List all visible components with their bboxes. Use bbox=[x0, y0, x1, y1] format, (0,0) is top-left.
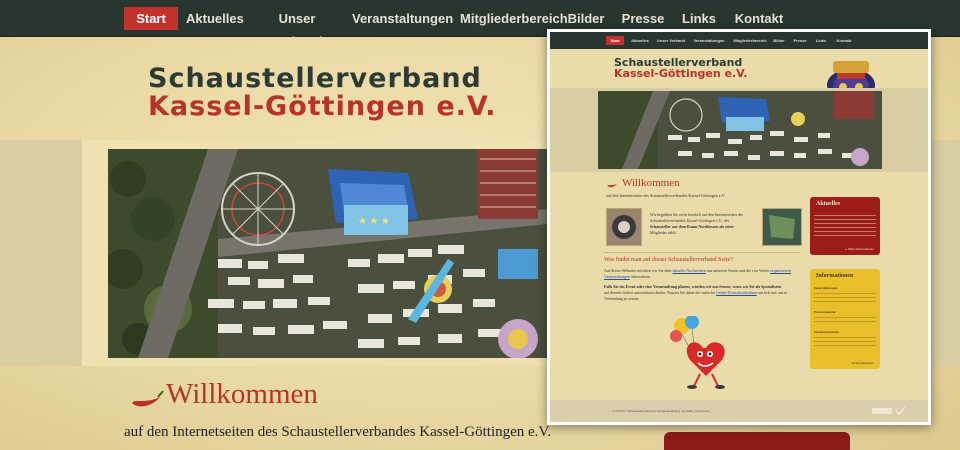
preview-p2-line1: Falls Sie ein Event oder eine Veranstalt… bbox=[604, 284, 782, 289]
preview-info-heading-2: Pressematerial bbox=[814, 310, 836, 314]
logo-title-line2[interactable]: Kassel-Göttingen e.V. bbox=[148, 91, 497, 122]
preview-carousel-photo bbox=[606, 208, 642, 246]
preview-aktuelles-line bbox=[814, 231, 876, 232]
preview-nav: Start Aktuelles Unser Verband Veranstalt… bbox=[550, 32, 928, 49]
preview-nav-aktuelles: Aktuelles bbox=[631, 38, 649, 43]
preview-nav-veranstaltungen: Veranstaltungen bbox=[693, 38, 725, 43]
preview-p1-line2: Veranstaltungen informieren. bbox=[604, 274, 651, 279]
preview-link-contact: Online-Kontaktaufnahme bbox=[715, 290, 757, 295]
preview-info-line bbox=[814, 317, 876, 318]
preview-intro-line3: Schausteller aus dem Raum Nordhessen als… bbox=[650, 224, 734, 229]
preview-intro-line4: Mitglieder zählt. bbox=[650, 230, 677, 235]
preview-aktuelles-line bbox=[814, 227, 876, 228]
preview-aktuelles-more-link: » Mehr Informationen bbox=[845, 247, 874, 251]
preview-link-events: organisierten bbox=[770, 268, 792, 273]
logo-title-line1[interactable]: Schaustellerverband bbox=[148, 63, 482, 94]
nav-item-unser-verband[interactable]: Unser Verband bbox=[254, 7, 340, 49]
preview-info-line bbox=[814, 293, 876, 294]
aktuelles-box bbox=[664, 432, 850, 450]
preview-info-line bbox=[814, 337, 876, 338]
preview-nav-bilder: Bilder bbox=[773, 38, 785, 43]
preview-welcome-title: Willkommen bbox=[622, 177, 680, 189]
preview-info-line bbox=[814, 341, 876, 342]
preview-informationen-box: Informationen Veranstaltungen Pressemate… bbox=[810, 269, 880, 369]
preview-hero-photo bbox=[598, 91, 882, 169]
preview-informationen-title: Informationen bbox=[816, 273, 854, 279]
preview-nav-unser-verband: Unser Verband bbox=[656, 38, 686, 43]
preview-footer-text: © 2013 für Schaustellerverband | Verband… bbox=[612, 409, 710, 413]
chili-pepper-icon bbox=[132, 390, 164, 407]
preview-map-photo bbox=[762, 208, 802, 246]
preview-aktuelles-line bbox=[814, 219, 876, 220]
preview-p2-line2: auf diesem Gebiet unterstützen dürfen. N… bbox=[604, 290, 788, 295]
nav-item-veranstaltungen[interactable]: Veranstaltungen bbox=[352, 7, 453, 30]
preview-section-title: Was findet man auf dieser Schaustellerve… bbox=[604, 257, 733, 263]
preview-aktuelles-line bbox=[814, 215, 876, 216]
preview-info-line bbox=[814, 301, 876, 302]
preview-info-heading-1: Veranstaltungen bbox=[814, 286, 838, 290]
preview-p1-line1: Auf dieser Webseite möchten wir Sie über… bbox=[604, 268, 792, 273]
preview-nav-links: Links bbox=[815, 38, 827, 43]
preview-nav-kontakt: Kontakt bbox=[836, 38, 852, 43]
preview-intro-line2: Schaustellerverbandes Kassel-Göttingen e… bbox=[650, 218, 730, 223]
welcome-title: Willkommen bbox=[166, 378, 318, 410]
preview-aktuelles-title: Aktuelles bbox=[816, 201, 840, 207]
preview-nav-start: Start bbox=[606, 36, 624, 45]
preview-aktuelles-line bbox=[814, 223, 876, 224]
nav-item-aktuelles[interactable]: Aktuelles bbox=[186, 7, 244, 30]
preview-info-heading-3: Verbandsstruktur bbox=[814, 330, 839, 334]
nav-item-start[interactable]: Start bbox=[124, 7, 178, 30]
preview-nav-mitgliederbereich: Mitgliederbereich bbox=[733, 38, 767, 43]
preview-aktuelles-box: Aktuelles » Mehr Informationen bbox=[810, 197, 880, 255]
nav-item-mitgliederbereich[interactable]: Mitgliederbereich bbox=[460, 7, 568, 30]
preview-info-line bbox=[814, 297, 876, 298]
heart-mascot-icon bbox=[670, 316, 725, 389]
footer-checkmark-icon bbox=[872, 406, 906, 416]
preview-logo-line2: Kassel-Göttingen e.V. bbox=[614, 67, 748, 80]
preview-divider bbox=[604, 252, 800, 253]
preview-chili-icon bbox=[607, 183, 618, 188]
nav-item-links[interactable]: Links bbox=[680, 7, 718, 30]
fairground-illustration: ★ ★ ★ bbox=[108, 149, 548, 358]
preview-info-more-link: Verbandsstruktur bbox=[851, 361, 874, 365]
preview-info-line bbox=[814, 321, 876, 322]
preview-welcome-sub: auf den Internetseiten des Schaustellerv… bbox=[606, 193, 726, 198]
nav-item-bilder[interactable]: Bilder bbox=[566, 7, 606, 30]
preview-info-line bbox=[814, 345, 876, 346]
preview-p2-line3: Verbindung zu setzen. bbox=[604, 296, 640, 301]
preview-fairground-illustration bbox=[598, 91, 882, 169]
nav-item-presse[interactable]: Presse bbox=[620, 7, 666, 30]
preview-footer: © 2013 für Schaustellerverband | Verband… bbox=[550, 400, 928, 422]
welcome-subtitle: auf den Internetseiten des Schaustellerv… bbox=[124, 424, 552, 440]
preview-aktuelles-line bbox=[814, 235, 876, 236]
svg-text:★ ★ ★: ★ ★ ★ bbox=[358, 216, 390, 227]
preview-nav-presse: Presse bbox=[793, 38, 807, 43]
hero-aerial-photo: ★ ★ ★ bbox=[108, 149, 548, 358]
nav-item-kontakt[interactable]: Kontakt bbox=[732, 7, 786, 30]
site-preview-screenshot: Start Aktuelles Unser Verband Veranstalt… bbox=[547, 29, 931, 425]
preview-intro-line1: Wir begrüßen Sie recht herzlich auf den … bbox=[650, 212, 743, 217]
preview-link-news: aktuelle Nachrichten bbox=[672, 268, 706, 273]
